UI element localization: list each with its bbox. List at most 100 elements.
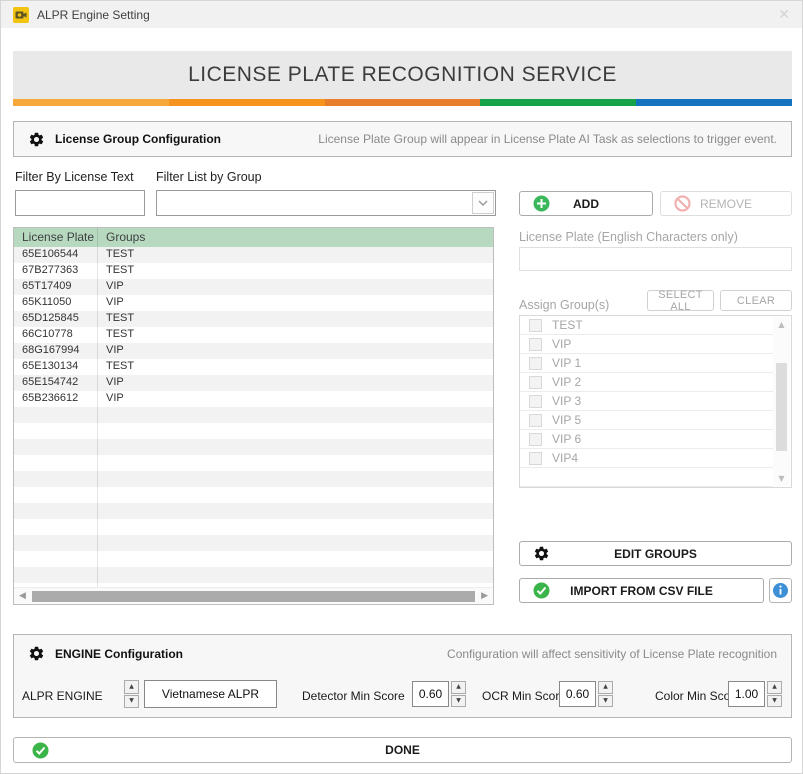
table-row[interactable]: 68G167994VIP (14, 343, 493, 359)
ocr-min-score-text: 0.60 (566, 687, 589, 701)
table-row[interactable] (14, 471, 493, 487)
checkbox-icon[interactable] (529, 414, 542, 427)
plus-circle-icon (533, 195, 550, 212)
section-description: License Plate Group will appear in Licen… (318, 132, 777, 146)
scroll-down-icon[interactable]: ▼ (773, 474, 790, 483)
group-option[interactable]: VIP 5 (520, 411, 773, 430)
table-row[interactable] (14, 551, 493, 567)
checkbox-icon[interactable] (529, 433, 542, 446)
select-all-button[interactable]: SELECT ALL (647, 290, 714, 311)
group-option[interactable]: VIP 1 (520, 354, 773, 373)
table-row[interactable] (14, 423, 493, 439)
cell-groups (98, 535, 493, 551)
spinner-up-icon[interactable]: ▲ (451, 681, 466, 694)
horizontal-scrollbar[interactable]: ◀ ▶ (14, 587, 493, 604)
scrollbar-thumb[interactable] (776, 363, 787, 451)
scroll-up-icon[interactable]: ▲ (773, 320, 790, 329)
group-option-label: VIP4 (552, 451, 578, 465)
scrollbar-thumb[interactable] (32, 591, 475, 602)
color-min-score-spinner: ▲ ▼ (767, 681, 782, 707)
group-option[interactable]: VIP 2 (520, 373, 773, 392)
engine-section-header: ENGINE Configuration Configuration will … (14, 635, 791, 662)
group-option[interactable]: VIP (520, 335, 773, 354)
cell-groups (98, 439, 493, 455)
detector-min-score-value[interactable]: 0.60 (412, 681, 449, 707)
spinner-up-icon[interactable]: ▲ (767, 681, 782, 694)
table-row[interactable] (14, 535, 493, 551)
column-header-groups[interactable]: Groups (98, 228, 493, 247)
table-header: License Plate Groups (14, 228, 493, 247)
scroll-left-icon[interactable]: ◀ (17, 591, 28, 601)
table-row[interactable]: 67B277363TEST (14, 263, 493, 279)
filter-group-dropdown[interactable] (156, 190, 496, 216)
table-row[interactable]: 65E154742VIP (14, 375, 493, 391)
engine-configuration-section: ENGINE Configuration Configuration will … (13, 634, 792, 718)
spinner-down-icon[interactable]: ▼ (124, 695, 139, 709)
close-icon[interactable]: ✕ (778, 8, 790, 22)
table-row[interactable]: 66C10778TEST (14, 327, 493, 343)
table-row[interactable]: 65B236612VIP (14, 391, 493, 407)
group-option[interactable]: VIP 3 (520, 392, 773, 411)
spinner-down-icon[interactable]: ▼ (767, 695, 782, 708)
table-row[interactable]: 65K11050VIP (14, 295, 493, 311)
table-row[interactable] (14, 519, 493, 535)
table-row[interactable] (14, 455, 493, 471)
stripe-segment (169, 99, 325, 106)
add-button[interactable]: ADD (519, 191, 653, 216)
alpr-engine-value-text: Vietnamese ALPR (162, 687, 259, 701)
group-option-label: VIP 5 (552, 413, 581, 427)
checkbox-icon[interactable] (529, 319, 542, 332)
info-icon (773, 583, 788, 598)
assign-groups-label: Assign Group(s) (519, 298, 609, 312)
assign-groups-list[interactable]: TESTVIPVIP 1VIP 2VIP 3 VIP 5 VIP 6 VIP4 ▲ ▼ (519, 315, 792, 488)
table-row[interactable]: 65D125845TEST (14, 311, 493, 327)
cell-groups: VIP (98, 375, 493, 391)
cell-groups (98, 455, 493, 471)
detector-min-score-label: Detector Min Score (302, 689, 405, 703)
table-row[interactable] (14, 567, 493, 583)
table-row[interactable]: 65E130134TEST (14, 359, 493, 375)
group-option-label: VIP 6 (552, 432, 581, 446)
group-option[interactable]: TEST (520, 316, 773, 335)
alpr-engine-label: ALPR ENGINE (22, 689, 103, 703)
table-row[interactable]: 65E106544TEST (14, 247, 493, 263)
license-plate-table[interactable]: License Plate Groups 65E106544TEST67B277… (13, 227, 494, 605)
filter-text-input[interactable] (15, 190, 145, 216)
edit-groups-button[interactable]: EDIT GROUPS (519, 541, 792, 566)
color-stripe (13, 99, 792, 106)
vertical-scrollbar[interactable]: ▲ ▼ (773, 317, 790, 486)
group-option[interactable]: VIP4 (520, 449, 773, 468)
checkbox-icon[interactable] (529, 452, 542, 465)
license-plate-input[interactable] (519, 247, 792, 271)
add-button-label: ADD (573, 197, 599, 211)
table-row[interactable] (14, 503, 493, 519)
checkbox-icon[interactable] (529, 395, 542, 408)
spinner-up-icon[interactable]: ▲ (124, 680, 139, 694)
table-row[interactable] (14, 407, 493, 423)
table-row[interactable]: 65T17409VIP (14, 279, 493, 295)
ocr-min-score-value[interactable]: 0.60 (559, 681, 596, 707)
table-row[interactable] (14, 439, 493, 455)
scroll-right-icon[interactable]: ▶ (479, 591, 490, 601)
checkbox-icon[interactable] (529, 338, 542, 351)
color-min-score-value[interactable]: 1.00 (728, 681, 765, 707)
dropdown-button[interactable] (472, 192, 494, 214)
cell-license-plate (14, 407, 98, 423)
checkbox-icon[interactable] (529, 376, 542, 389)
column-header-license-plate[interactable]: License Plate (14, 228, 98, 247)
spinner-up-icon[interactable]: ▲ (598, 681, 613, 694)
alpr-engine-value[interactable]: Vietnamese ALPR (144, 680, 277, 708)
checkbox-icon[interactable] (529, 357, 542, 370)
spinner-down-icon[interactable]: ▼ (451, 695, 466, 708)
stripe-segment (13, 99, 169, 106)
import-csv-button[interactable]: IMPORT FROM CSV FILE (519, 578, 764, 603)
remove-button[interactable]: REMOVE (660, 191, 792, 216)
cell-license-plate: 65B236612 (14, 391, 98, 407)
table-row[interactable] (14, 487, 493, 503)
clear-button[interactable]: CLEAR (720, 290, 792, 311)
spinner-down-icon[interactable]: ▼ (598, 695, 613, 708)
info-button[interactable] (769, 578, 792, 603)
done-button[interactable]: DONE (13, 737, 792, 763)
banner: LICENSE PLATE RECOGNITION SERVICE (13, 51, 792, 99)
group-option[interactable]: VIP 6 (520, 430, 773, 449)
